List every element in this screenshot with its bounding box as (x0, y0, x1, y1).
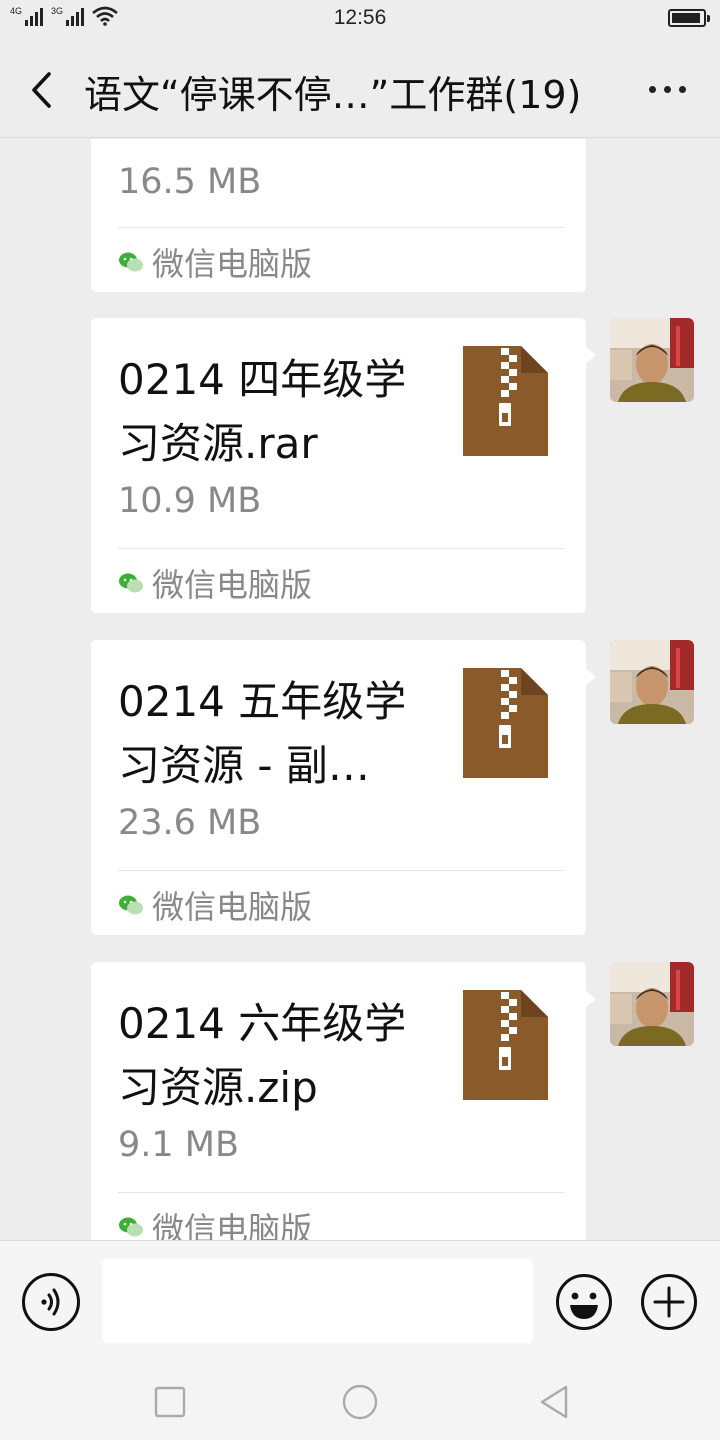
file-size: 10.9 MB (118, 481, 262, 521)
emoji-icon[interactable] (555, 1273, 613, 1331)
home-icon[interactable] (340, 1382, 380, 1422)
avatar[interactable] (610, 962, 694, 1046)
file-message[interactable]: 0214 五年级学习资源 - 副… 23.6 MB 微信电脑版 (91, 640, 596, 935)
zip-file-icon (463, 668, 548, 778)
wechat-icon (119, 1217, 143, 1237)
recent-apps-icon[interactable] (150, 1382, 190, 1422)
file-name: 0214 五年级学习资源 - 副… (118, 677, 407, 790)
avatar[interactable] (610, 318, 694, 402)
message-source: 微信电脑版 (118, 560, 312, 606)
file-size: 23.6 MB (118, 803, 262, 843)
divider (118, 1192, 564, 1193)
divider (118, 870, 564, 871)
file-size: 16.5 MB (118, 162, 262, 202)
source-label: 微信电脑版 (152, 888, 313, 926)
divider (118, 227, 564, 228)
battery-icon (668, 9, 710, 27)
zip-file-icon (463, 990, 548, 1100)
file-message[interactable]: 0214 四年级学习资源.rar 10.9 MB 微信电脑版 (91, 318, 596, 613)
input-bar (0, 1240, 720, 1360)
wechat-icon (119, 252, 143, 272)
source-label: 微信电脑版 (152, 566, 313, 604)
message-source: 微信电脑版 (118, 239, 312, 285)
divider (118, 548, 564, 549)
zip-file-icon (463, 346, 548, 456)
source-label: 微信电脑版 (152, 245, 313, 283)
file-name: 0214 四年级学习资源.rar (118, 355, 407, 468)
system-navigation (0, 1360, 720, 1440)
chat-title: 语文“停课不停…”工作群(19) (84, 73, 582, 117)
clock: 12:56 (333, 6, 387, 29)
file-message[interactable]: 0214 六年级学习资源.zip 9.1 MB 微信电脑版 (91, 962, 596, 1240)
status-bar: 4G 3G 12:56 (0, 0, 720, 40)
source-label: 微信电脑版 (152, 1210, 313, 1240)
chevron-left-icon[interactable] (22, 68, 62, 112)
message-source: 微信电脑版 (118, 882, 312, 928)
message-input[interactable] (102, 1259, 533, 1343)
wechat-icon (119, 895, 143, 915)
more-dots-icon[interactable] (649, 86, 686, 93)
message-list[interactable]: 16.5 MB 微信电脑版 0214 四年级学习资源.rar 10.9 MB 微… (0, 139, 720, 1240)
file-size: 9.1 MB (118, 1125, 239, 1165)
avatar[interactable] (610, 640, 694, 724)
file-message[interactable]: 16.5 MB 微信电脑版 (91, 139, 586, 292)
message-source: 微信电脑版 (118, 1204, 312, 1240)
plus-circle-icon[interactable] (640, 1273, 698, 1331)
back-triangle-icon[interactable] (534, 1382, 574, 1422)
voice-icon[interactable] (22, 1273, 80, 1331)
chat-header: 语文“停课不停…”工作群(19) (0, 40, 720, 138)
wechat-icon (119, 573, 143, 593)
file-name: 0214 六年级学习资源.zip (118, 999, 407, 1112)
